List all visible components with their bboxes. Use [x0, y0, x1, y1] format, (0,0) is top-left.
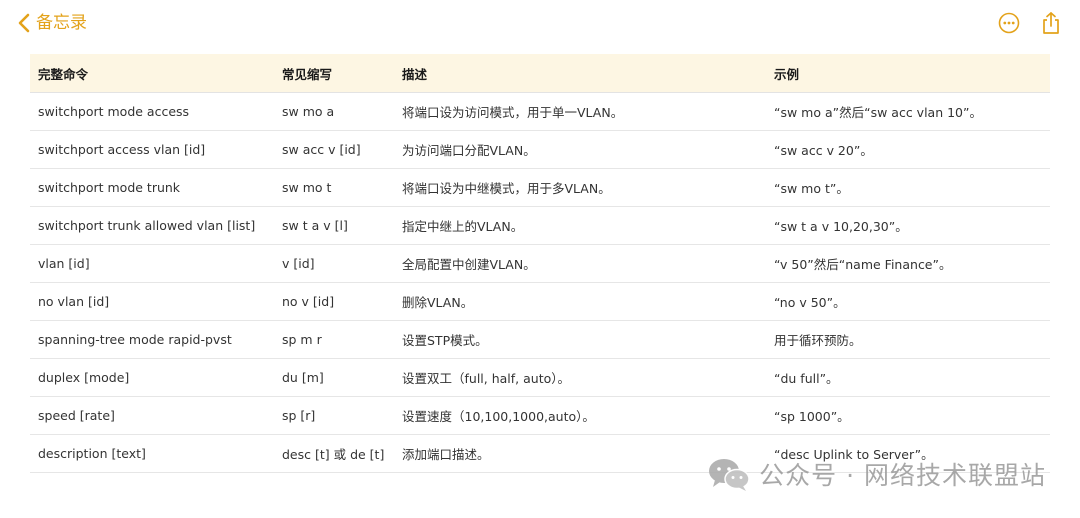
cell-abbreviation: sp [r] [274, 396, 394, 435]
table-row: duplex [mode] du [m] 设置双工（full, half, au… [30, 358, 1050, 397]
share-icon [1043, 12, 1059, 34]
cell-abbreviation: desc [t] 或 de [t] [274, 434, 394, 473]
back-button[interactable]: 备忘录 [18, 10, 87, 36]
cell-abbreviation: no v [id] [274, 282, 394, 321]
cell-example: “sp 1000”。 [766, 396, 1050, 435]
cell-example: “desc Uplink to Server”。 [766, 434, 1050, 473]
column-header-full-command: 完整命令 [30, 54, 274, 93]
back-label: 备忘录 [36, 13, 87, 33]
command-table-container: 完整命令 常见缩写 描述 示例 switchport mode access s… [30, 54, 1050, 473]
column-header-example: 示例 [766, 54, 1050, 93]
top-bar: 备忘录 [0, 0, 1080, 46]
more-icon [998, 12, 1020, 34]
cell-description: 设置双工（full, half, auto）。 [394, 358, 766, 397]
cell-example: “sw mo a”然后“sw acc vlan 10”。 [766, 92, 1050, 131]
share-button[interactable] [1038, 10, 1064, 36]
cell-full-command: no vlan [id] [30, 282, 274, 321]
column-header-description: 描述 [394, 54, 766, 93]
cell-example: “sw t a v 10,20,30”。 [766, 206, 1050, 245]
cell-description: 设置速度（10,100,1000,auto）。 [394, 396, 766, 435]
cell-description: 添加端口描述。 [394, 434, 766, 473]
cell-full-command: vlan [id] [30, 244, 274, 283]
column-header-abbreviation: 常见缩写 [274, 54, 394, 93]
cell-full-command: description [text] [30, 434, 274, 473]
cell-example: 用于循环预防。 [766, 320, 1050, 359]
cell-full-command: switchport trunk allowed vlan [list] [30, 206, 274, 245]
cell-abbreviation: sw mo t [274, 168, 394, 207]
cell-full-command: speed [rate] [30, 396, 274, 435]
cell-full-command: spanning-tree mode rapid-pvst [30, 320, 274, 359]
cell-example: “du full”。 [766, 358, 1050, 397]
cell-description: 将端口设为访问模式，用于单一VLAN。 [394, 92, 766, 131]
cell-description: 将端口设为中继模式，用于多VLAN。 [394, 168, 766, 207]
cell-example: “v 50”然后“name Finance”。 [766, 244, 1050, 283]
cell-full-command: switchport access vlan [id] [30, 130, 274, 169]
cell-description: 指定中继上的VLAN。 [394, 206, 766, 245]
cell-full-command: duplex [mode] [30, 358, 274, 397]
cell-example: “no v 50”。 [766, 282, 1050, 321]
cell-abbreviation: v [id] [274, 244, 394, 283]
cell-example: “sw mo t”。 [766, 168, 1050, 207]
cell-abbreviation: sw t a v [l] [274, 206, 394, 245]
table-row: no vlan [id] no v [id] 删除VLAN。 “no v 50”… [30, 282, 1050, 321]
cell-full-command: switchport mode trunk [30, 168, 274, 207]
cell-description: 全局配置中创建VLAN。 [394, 244, 766, 283]
cell-abbreviation: du [m] [274, 358, 394, 397]
table-row: switchport access vlan [id] sw acc v [id… [30, 130, 1050, 169]
table-row: switchport mode trunk sw mo t 将端口设为中继模式，… [30, 168, 1050, 207]
table-header-row: 完整命令 常见缩写 描述 示例 [30, 54, 1050, 93]
cell-description: 删除VLAN。 [394, 282, 766, 321]
table-row: spanning-tree mode rapid-pvst sp m r 设置S… [30, 320, 1050, 359]
table-row: switchport trunk allowed vlan [list] sw … [30, 206, 1050, 245]
top-actions [996, 10, 1064, 36]
more-button[interactable] [996, 10, 1022, 36]
cell-example: “sw acc v 20”。 [766, 130, 1050, 169]
table-row: description [text] desc [t] 或 de [t] 添加端… [30, 434, 1050, 473]
cell-full-command: switchport mode access [30, 92, 274, 131]
cell-abbreviation: sw acc v [id] [274, 130, 394, 169]
table-row: vlan [id] v [id] 全局配置中创建VLAN。 “v 50”然后“n… [30, 244, 1050, 283]
command-table: 完整命令 常见缩写 描述 示例 switchport mode access s… [30, 54, 1050, 473]
table-row: switchport mode access sw mo a 将端口设为访问模式… [30, 92, 1050, 131]
cell-description: 设置STP模式。 [394, 320, 766, 359]
cell-description: 为访问端口分配VLAN。 [394, 130, 766, 169]
table-row: speed [rate] sp [r] 设置速度（10,100,1000,aut… [30, 396, 1050, 435]
chevron-left-icon [18, 13, 30, 33]
cell-abbreviation: sw mo a [274, 92, 394, 131]
cell-abbreviation: sp m r [274, 320, 394, 359]
